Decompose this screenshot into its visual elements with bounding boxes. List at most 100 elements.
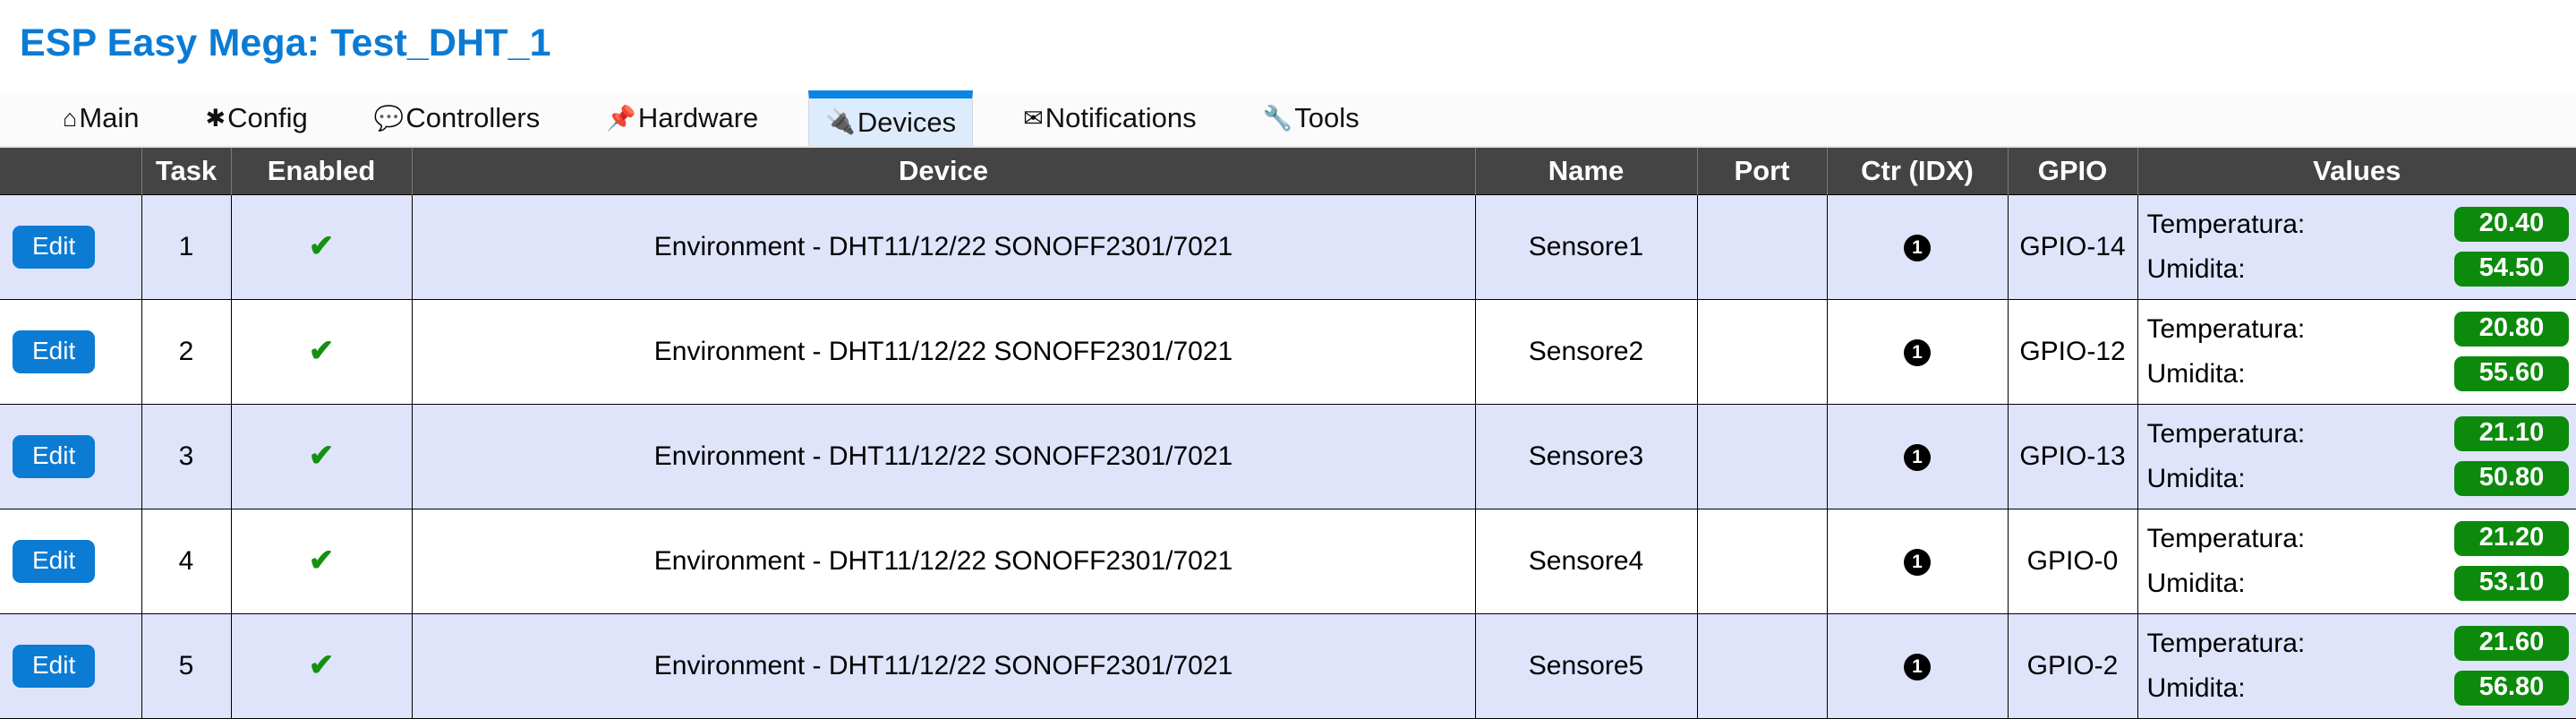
home-icon: ⌂ — [63, 107, 77, 131]
table-header-row: TaskEnabledDeviceNamePortCtr (IDX)GPIOVa… — [0, 148, 2576, 194]
value-label: Temperatura: — [2147, 419, 2306, 449]
column-header-device: Device — [412, 148, 1475, 194]
main-navigation-tabs: ⌂Main ✱Config 💬Controllers 📌Hardware 🔌Device… — [0, 92, 2576, 148]
cell-enabled: ✔ — [231, 194, 412, 299]
value-badge: 21.60 — [2454, 626, 2569, 661]
gear-icon: ✱ — [206, 107, 226, 131]
tab-main[interactable]: ⌂Main — [47, 90, 156, 146]
cell-enabled: ✔ — [231, 299, 412, 404]
cell-port — [1697, 509, 1827, 613]
value-label: Temperatura: — [2147, 629, 2306, 659]
cell-ctr-idx: 1 — [1827, 299, 2008, 404]
column-header-values: Values — [2137, 148, 2576, 194]
cell-edit: Edit — [0, 194, 141, 299]
table-row: Edit 2 ✔ Environment - DHT11/12/22 SONOFF23… — [0, 299, 2576, 404]
cell-task: 2 — [141, 299, 231, 404]
column-header-edit — [0, 148, 141, 194]
value-badge: 56.80 — [2454, 671, 2569, 706]
cell-name: Sensore2 — [1475, 299, 1697, 404]
values-list: Temperatura:20.80Umidita:55.60 — [2138, 300, 2576, 404]
value-label: Umidita: — [2147, 464, 2246, 494]
cell-port — [1697, 194, 1827, 299]
cell-task: 1 — [141, 194, 231, 299]
column-header-ctr: Ctr (IDX) — [1827, 148, 2008, 194]
cell-device: Environment - DHT11/12/22 SONOFF2301/702… — [412, 299, 1475, 404]
cell-gpio: GPIO-0 — [2008, 509, 2137, 613]
devices-table: TaskEnabledDeviceNamePortCtr (IDX)GPIOVa… — [0, 148, 2576, 719]
values-list: Temperatura:21.60Umidita:56.80 — [2138, 614, 2576, 718]
value-label: Temperatura: — [2147, 314, 2306, 345]
value-row: Temperatura:20.80 — [2147, 307, 2570, 352]
table-body: Edit1✔Environment - DHT11/12/22 SONOFF23… — [0, 194, 2576, 718]
cell-gpio: GPIO-14 — [2008, 194, 2137, 299]
cell-values: Temperatura:20.40Umidita:54.50 — [2137, 194, 2576, 299]
tab-controllers[interactable]: 💬Controllers — [358, 90, 557, 146]
tab-hardware[interactable]: 📌Hardware — [590, 90, 774, 146]
value-label: Umidita: — [2147, 569, 2246, 599]
edit-button[interactable]: Edit — [13, 540, 95, 583]
cell-port — [1697, 613, 1827, 718]
values-list: Temperatura: 21.10 Umidita: 50.80 — [2138, 405, 2576, 509]
value-badge: 21.10 — [2454, 416, 2569, 451]
cell-name: Sensore5 — [1475, 613, 1697, 718]
cell-values: Temperatura:21.20Umidita:53.10 — [2137, 509, 2576, 613]
cell-edit: Edit — [0, 509, 141, 613]
checkmark-icon: ✔ — [309, 334, 335, 368]
value-row: Temperatura:21.20 — [2147, 517, 2570, 561]
edit-button[interactable]: Edit — [13, 435, 95, 478]
tab-label: Devices — [857, 107, 956, 139]
tab-devices[interactable]: 🔌Devices — [808, 90, 973, 146]
table-row: Edit 5✔Environment - DHT11/12/22 SONOFF23… — [0, 613, 2576, 718]
value-label: Umidita: — [2147, 359, 2246, 389]
controller-index-badge: 1 — [1904, 235, 1931, 261]
tab-label: Tools — [1294, 102, 1359, 134]
column-header-enabled: Enabled — [231, 148, 412, 194]
table-header: TaskEnabledDeviceNamePortCtr (IDX)GPIOVa… — [0, 148, 2576, 194]
edit-button[interactable]: Edit — [13, 330, 95, 373]
value-row: Temperatura: 21.60 — [2147, 621, 2570, 666]
values-list: Temperatura:21.20Umidita:53.10 — [2138, 509, 2576, 613]
controller-index-badge: 1 — [1904, 339, 1931, 366]
cell-task: 5 — [141, 613, 231, 718]
tab-tools[interactable]: 🔧Tools — [1247, 90, 1376, 146]
cell-device: Environment - DHT11/12/22 SONOFF2301/702… — [412, 509, 1475, 613]
cell-ctr-idx: 1 — [1827, 194, 2008, 299]
values-list: Temperatura:20.40Umidita:54.50 — [2138, 195, 2576, 299]
plug-icon: 🔌 — [825, 110, 856, 134]
cell-task: 3 — [141, 404, 231, 509]
cell-gpio: GPIO-12 — [2008, 299, 2137, 404]
tab-label: Hardware — [638, 102, 758, 134]
value-row: Umidita: 50.80 — [2147, 457, 2570, 501]
checkmark-icon: ✔ — [309, 544, 335, 578]
checkmark-icon: ✔ — [309, 229, 335, 263]
value-badge: 20.40 — [2454, 207, 2569, 242]
cell-port — [1697, 404, 1827, 509]
cell-name: Sensore4 — [1475, 509, 1697, 613]
cell-enabled: ✔ — [231, 613, 412, 718]
page-header: ESP Easy Mega: Test_DHT_1 — [0, 0, 2576, 64]
column-header-port: Port — [1697, 148, 1827, 194]
cell-name: Sensore1 — [1475, 194, 1697, 299]
cell-ctr-idx: 1 — [1827, 613, 2008, 718]
edit-button[interactable]: Edit — [13, 226, 95, 269]
controller-index-badge: 1 — [1904, 444, 1931, 471]
page-title: ESP Easy Mega: Test_DHT_1 — [20, 23, 2576, 64]
cell-values: Temperatura:20.80Umidita:55.60 — [2137, 299, 2576, 404]
tab-config[interactable]: ✱Config — [190, 90, 324, 146]
cell-ctr-idx: 1 — [1827, 509, 2008, 613]
cell-device: Environment - DHT11/12/22 SONOFF2301/702… — [412, 613, 1475, 718]
value-badge: 50.80 — [2454, 461, 2569, 496]
tab-notifications[interactable]: ✉Notifications — [1007, 90, 1212, 146]
cell-device: Environment - DHT11/12/22 SONOFF2301/702… — [412, 404, 1475, 509]
value-row: Umidita:55.60 — [2147, 352, 2570, 397]
checkmark-icon: ✔ — [309, 439, 335, 473]
table-row: Edit4✔Environment - DHT11/12/22 SONOFF23… — [0, 509, 2576, 613]
cell-edit: Edit — [0, 404, 141, 509]
cell-device: Environment - DHT11/12/22 SONOFF2301/702… — [412, 194, 1475, 299]
controller-index-badge: 1 — [1904, 654, 1931, 680]
tab-label: Main — [79, 102, 139, 134]
edit-button[interactable]: Edit — [13, 645, 95, 688]
wrench-icon: 🔧 — [1263, 107, 1293, 131]
speech-bubble-icon: 💬 — [374, 107, 405, 131]
value-label: Temperatura: — [2147, 524, 2306, 554]
